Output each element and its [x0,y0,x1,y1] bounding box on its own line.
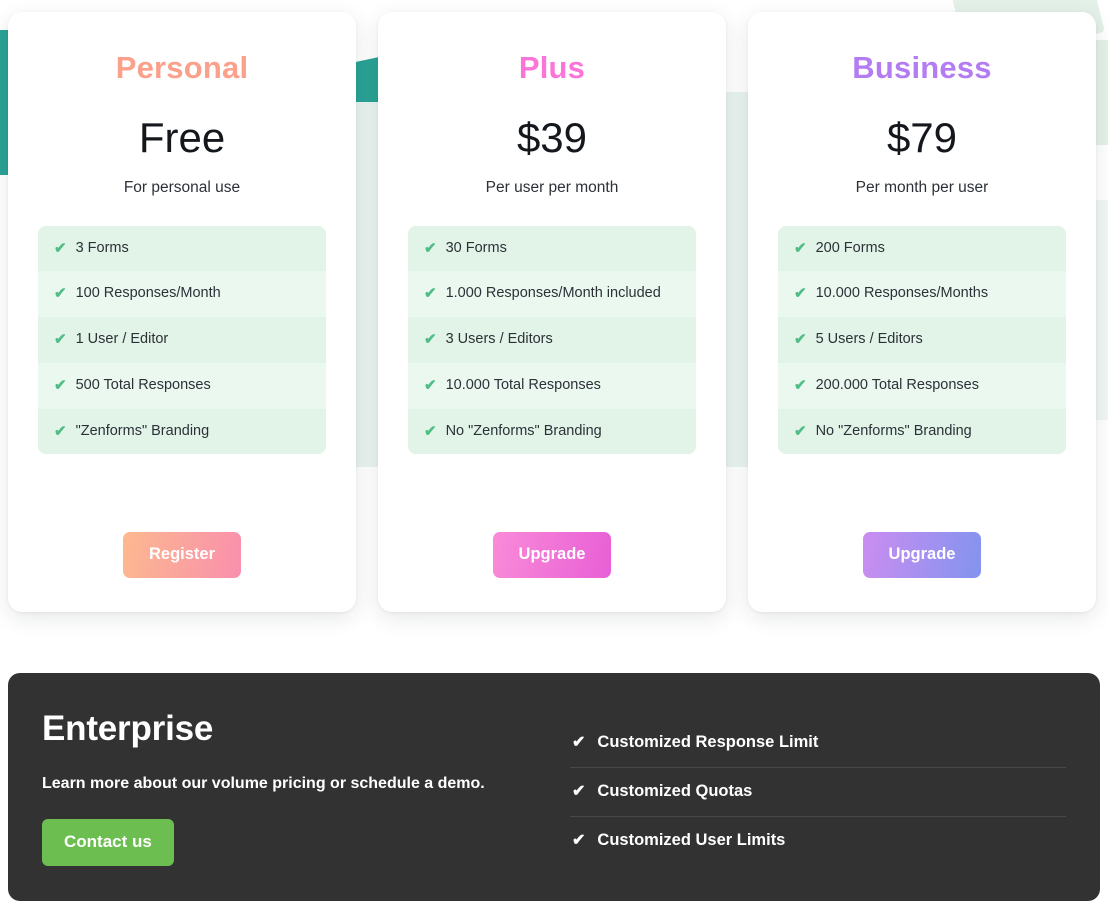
check-icon: ✔ [54,376,67,394]
enterprise-feature-label: Customized Quotas [597,781,753,800]
feature-item: ✔ 500 Total Responses [38,362,326,409]
pricing-page: Personal Free For personal use ✔ 3 Forms… [0,0,1108,913]
feature-item: ✔ No "Zenforms" Branding [778,408,1066,455]
pricing-card-personal[interactable]: Personal Free For personal use ✔ 3 Forms… [8,12,356,612]
feature-item: ✔ 200.000 Total Responses [778,362,1066,409]
feature-item: ✔ No "Zenforms" Branding [408,408,696,455]
feature-item: ✔ 200 Forms [778,225,1066,272]
feature-label: 10.000 Responses/Months [815,285,989,302]
plan-name: Plus [518,50,586,85]
check-icon: ✔ [794,331,807,349]
check-icon: ✔ [572,734,586,752]
plan-name: Personal [115,50,249,85]
feature-label: No "Zenforms" Branding [445,422,602,439]
check-icon: ✔ [424,422,437,440]
check-icon: ✔ [794,239,807,257]
feature-list: ✔ 200 Forms ✔ 10.000 Responses/Months ✔ … [778,225,1066,455]
check-icon: ✔ [424,285,437,303]
plan-caption: Per month per user [855,179,989,196]
plan-name: Business [852,50,992,85]
register-button[interactable]: Register [122,532,242,578]
check-icon: ✔ [54,422,67,440]
enterprise-feature-item: ✔ Customized Response Limit [570,719,1066,768]
feature-item: ✔ 1.000 Responses/Month included [408,271,696,318]
pricing-card-business[interactable]: Business $79 Per month per user ✔ 200 Fo… [748,12,1096,612]
check-icon: ✔ [54,285,67,303]
feature-label: No "Zenforms" Branding [815,422,972,439]
upgrade-button-plus[interactable]: Upgrade [492,532,612,578]
pricing-card-list: Personal Free For personal use ✔ 3 Forms… [8,12,1100,612]
feature-item: ✔ 10.000 Total Responses [408,362,696,409]
enterprise-info: Enterprise Learn more about our volume p… [42,711,562,867]
feature-label: 3 Users / Editors [445,331,553,348]
check-icon: ✔ [794,422,807,440]
enterprise-feature-list: ✔ Customized Response Limit ✔ Customized… [562,711,1066,867]
plan-caption: For personal use [123,179,241,196]
feature-label: 500 Total Responses [75,376,211,393]
plan-caption: Per user per month [485,179,619,196]
upgrade-button-business[interactable]: Upgrade [862,532,982,578]
enterprise-feature-item: ✔ Customized User Limits [570,817,1066,865]
plan-price: $79 [886,114,958,161]
check-icon: ✔ [572,783,586,801]
feature-label: 1.000 Responses/Month included [445,285,661,302]
feature-label: 1 User / Editor [75,331,169,348]
feature-label: 100 Responses/Month [75,285,221,302]
feature-label: 30 Forms [445,239,507,256]
feature-item: ✔ 5 Users / Editors [778,317,1066,363]
feature-item: ✔ 3 Users / Editors [408,317,696,363]
plan-price: Free [138,114,226,161]
contact-us-button[interactable]: Contact us [42,819,174,866]
check-icon: ✔ [794,376,807,394]
feature-item: ✔ 3 Forms [38,225,326,272]
check-icon: ✔ [572,831,586,849]
feature-item: ✔ 10.000 Responses/Months [778,271,1066,318]
feature-list: ✔ 30 Forms ✔ 1.000 Responses/Month inclu… [408,225,696,455]
pricing-card-plus[interactable]: Plus $39 Per user per month ✔ 30 Forms ✔… [378,12,726,612]
feature-label: 3 Forms [75,239,129,256]
feature-item: ✔ 100 Responses/Month [38,271,326,318]
check-icon: ✔ [424,239,437,257]
feature-item: ✔ "Zenforms" Branding [38,408,326,455]
check-icon: ✔ [54,331,67,349]
enterprise-feature-label: Customized User Limits [597,830,786,849]
enterprise-feature-item: ✔ Customized Quotas [570,768,1066,817]
enterprise-feature-label: Customized Response Limit [597,733,819,751]
feature-label: 5 Users / Editors [815,331,923,348]
feature-label: "Zenforms" Branding [75,422,210,439]
feature-label: 200 Forms [815,239,885,256]
enterprise-title: Enterprise [42,709,214,748]
enterprise-panel: Enterprise Learn more about our volume p… [8,673,1100,901]
plan-price: $39 [516,114,588,161]
feature-list: ✔ 3 Forms ✔ 100 Responses/Month ✔ 1 User… [38,225,326,455]
check-icon: ✔ [54,239,67,257]
check-icon: ✔ [424,376,437,394]
enterprise-subtitle: Learn more about our volume pricing or s… [42,775,485,792]
check-icon: ✔ [794,285,807,303]
feature-item: ✔ 1 User / Editor [38,317,326,363]
feature-label: 10.000 Total Responses [445,376,601,393]
feature-item: ✔ 30 Forms [408,225,696,272]
check-icon: ✔ [424,331,437,349]
feature-label: 200.000 Total Responses [815,376,979,393]
